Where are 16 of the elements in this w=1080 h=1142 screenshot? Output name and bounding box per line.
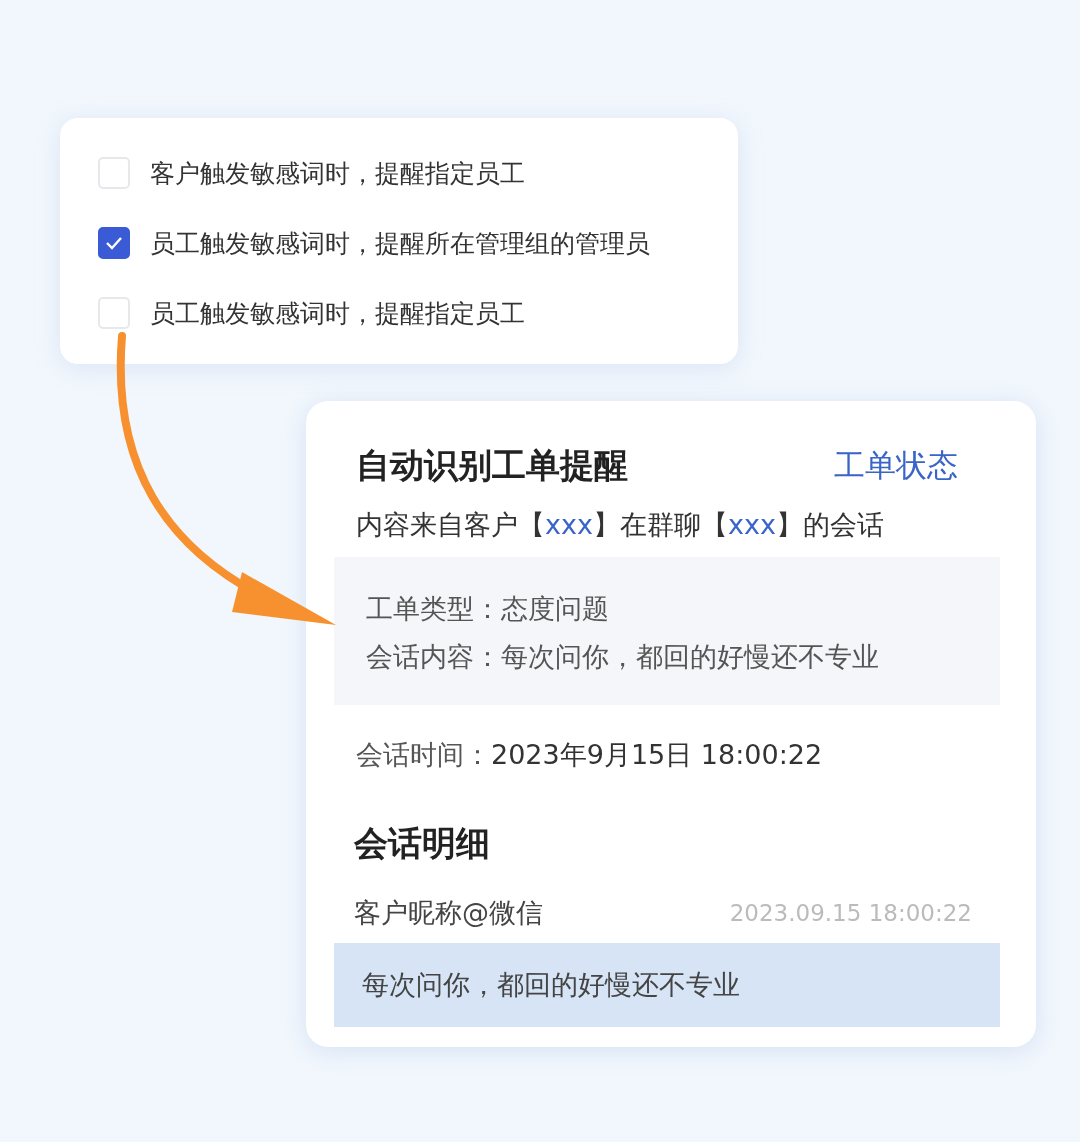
message-bubble: 每次问你，都回的好慢还不专业: [334, 943, 1000, 1027]
detail-text: 会话内容：每次问你，都回的好慢还不专业: [366, 640, 880, 674]
status-link[interactable]: 工单状态: [834, 445, 958, 487]
option-label: 客户触发敏感词时，提醒指定员工: [150, 157, 525, 190]
check-icon: [105, 236, 123, 250]
source-text: 内容来自客户【xxx】在群聊【xxx】的会话: [356, 508, 885, 542]
option-label: 员工触发敏感词时，提醒指定员工: [150, 297, 525, 330]
time-value: 2023年9月15日 18:00:22: [491, 738, 823, 772]
card-title: 自动识别工单提醒: [356, 444, 628, 487]
detail-text: 工单类型：态度问题: [366, 592, 610, 626]
sender-name: 客户昵称@微信: [354, 896, 543, 930]
section-title: 会话明细: [354, 822, 491, 865]
checkbox[interactable]: [98, 227, 130, 259]
time-label: 会话时间：: [356, 738, 491, 772]
option-label: 员工触发敏感词时，提醒所在管理组的管理员: [150, 227, 650, 260]
message-timestamp: 2023.09.15 18:00:22: [729, 900, 972, 926]
